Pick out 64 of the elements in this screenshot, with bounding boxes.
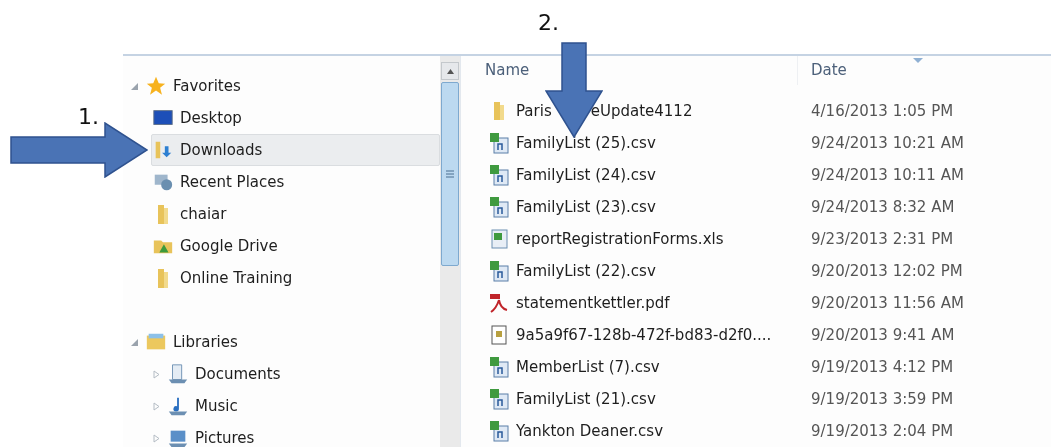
nav-item[interactable]: Desktop — [151, 102, 440, 134]
pdf-file-icon — [489, 292, 509, 314]
file-date: 9/19/2013 4:12 PM — [810, 356, 954, 378]
file-date: 9/24/2013 10:11 AM — [810, 164, 964, 186]
file-name[interactable]: reportRegistrationForms.xls — [516, 227, 724, 251]
spreadsheet-file-icon — [489, 356, 509, 378]
file-name[interactable]: FamilyList (22).csv — [516, 259, 656, 283]
file-date: 9/20/2013 12:02 PM — [810, 260, 963, 282]
collapsed-triangle-icon[interactable] — [152, 401, 161, 411]
file-date: 9/19/2013 3:59 PM — [810, 388, 954, 410]
column-header[interactable]: Date — [798, 56, 1051, 85]
file-date: 9/23/2013 2:31 PM — [810, 228, 954, 250]
file-name[interactable]: Yankton Deaner.csv — [516, 419, 664, 443]
file-name[interactable]: FamilyList (23).csv — [516, 195, 656, 219]
scroll-thumb[interactable] — [441, 82, 459, 266]
file-date: 9/20/2013 11:56 AM — [810, 292, 964, 314]
file-date: 9/20/2013 9:41 AM — [810, 324, 955, 346]
nav-item[interactable]: Recent Places — [151, 166, 440, 198]
folder-icon — [158, 204, 168, 224]
file-name[interactable]: FamilyList (24).csv — [516, 163, 656, 187]
nav-item[interactable]: Downloads — [151, 134, 440, 166]
star-icon — [145, 75, 167, 97]
spreadsheet-file-icon — [489, 388, 509, 410]
nav-item[interactable]: Online Training — [151, 262, 440, 294]
file-date: 4/16/2013 1:05 PM — [810, 100, 954, 122]
file-name[interactable]: FamilyList (21).csv — [516, 387, 656, 411]
folder-icon — [494, 102, 504, 120]
nav-item[interactable]: Music — [151, 390, 440, 422]
file-name[interactable]: MemberList (7).csv — [516, 355, 660, 379]
collapsed-triangle-icon[interactable] — [152, 433, 161, 443]
spreadsheet-file-icon — [489, 196, 509, 218]
collapsed-triangle-icon[interactable] — [152, 369, 161, 379]
expanded-triangle-icon[interactable] — [130, 337, 139, 347]
file-date: 9/19/2013 2:04 PM — [810, 420, 954, 442]
annotation-label: 1. — [78, 103, 99, 131]
file-date: 9/24/2013 8:32 AM — [810, 196, 955, 218]
spreadsheet-file-icon — [489, 420, 509, 442]
spreadsheet-file-icon — [489, 228, 509, 250]
annotation-label: 2. — [538, 9, 559, 37]
nav-item[interactable]: chaiar — [151, 198, 440, 230]
file-name[interactable]: statementkettler.pdf — [516, 291, 670, 315]
file-icon — [489, 324, 509, 346]
spreadsheet-file-icon — [489, 132, 509, 154]
file-name[interactable]: eUpdate4112 — [590, 99, 693, 123]
expanded-triangle-icon[interactable] — [130, 81, 139, 91]
spreadsheet-file-icon — [489, 164, 509, 186]
grip-icon — [446, 170, 454, 178]
file-date: 9/24/2013 10:21 AM — [810, 132, 964, 154]
nav-item[interactable]: Google Drive — [151, 230, 440, 262]
scroll-up-button[interactable] — [441, 62, 459, 80]
scrollbar[interactable] — [440, 56, 460, 447]
document-icon — [167, 363, 189, 385]
up-triangle-icon — [446, 68, 454, 74]
folder-icon — [158, 268, 168, 288]
sort-caret-icon — [913, 58, 923, 63]
file-name[interactable]: FamilyList (25).csv — [516, 131, 656, 155]
nav-item[interactable]: Documents — [151, 358, 440, 390]
nav-group-label[interactable]: Favorites — [173, 74, 241, 98]
file-name[interactable]: 9a5a9f67-128b-472f-bd83-d2f0.... — [516, 323, 772, 347]
file-name[interactable]: Paris — [516, 99, 552, 123]
nav-item[interactable]: Pictures — [151, 422, 440, 447]
music-note-icon — [167, 395, 189, 417]
spreadsheet-file-icon — [489, 260, 509, 282]
nav-group-label[interactable]: Libraries — [173, 330, 238, 354]
